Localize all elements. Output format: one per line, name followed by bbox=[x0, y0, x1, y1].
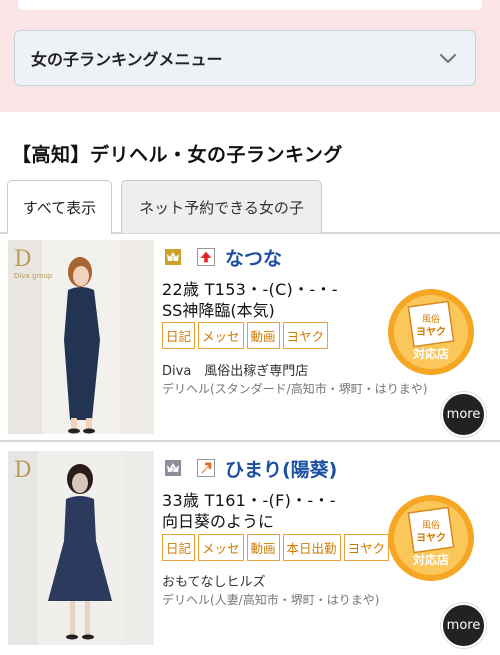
feature-tags: 日記 メッセ 動画 ヨヤク bbox=[162, 322, 329, 349]
trend-up-right-icon bbox=[197, 459, 215, 477]
girl-photo[interactable]: D bbox=[8, 451, 154, 645]
shop-type: デリヘル(人妻/高知市・堺町・はりまや) bbox=[162, 593, 380, 607]
svg-text:ヨヤク: ヨヤク bbox=[416, 326, 446, 338]
tab-net-label: ネット予約できる女の子 bbox=[139, 198, 304, 217]
tag-reservation[interactable]: ヨヤク bbox=[282, 322, 329, 349]
girl-name-link[interactable]: ひまり(陽葵) bbox=[225, 455, 337, 482]
tab-all[interactable]: すべて表示 bbox=[7, 180, 112, 234]
tag-working-today[interactable]: 本日出勤 bbox=[282, 534, 341, 561]
girl-photo[interactable]: D Diva group bbox=[8, 240, 154, 434]
more-button[interactable]: more bbox=[441, 603, 486, 648]
yoyaku-badge-icon: 風俗 ヨヤク 対応店 bbox=[388, 289, 474, 375]
tag-message[interactable]: メッセ bbox=[198, 322, 244, 349]
girl-name-link[interactable]: なつな bbox=[225, 244, 282, 271]
tag-reservation[interactable]: ヨヤク bbox=[343, 534, 390, 561]
tab-all-label: すべて表示 bbox=[22, 199, 97, 217]
girl-catchphrase: 向日葵のように bbox=[162, 512, 275, 531]
tag-video[interactable]: 動画 bbox=[246, 534, 280, 561]
svg-text:風俗: 風俗 bbox=[422, 519, 440, 531]
tag-diary[interactable]: 日記 bbox=[162, 322, 196, 349]
more-button[interactable]: more bbox=[441, 392, 486, 437]
svg-text:対応店: 対応店 bbox=[412, 552, 449, 567]
shop-name-link[interactable]: おもてなしヒルズ bbox=[162, 571, 265, 590]
svg-text:風俗: 風俗 bbox=[422, 313, 440, 325]
feature-tags: 日記 メッセ 動画 本日出勤 ヨヤク bbox=[162, 534, 390, 561]
rank-number: 1 bbox=[171, 256, 175, 263]
section-title: 【高知】デリヘル・女の子ランキング bbox=[12, 144, 343, 166]
card-divider bbox=[0, 440, 500, 442]
girl-catchphrase: SS神降臨(本気) bbox=[162, 301, 275, 320]
tag-video[interactable]: 動画 bbox=[246, 322, 280, 349]
trend-up-icon bbox=[197, 248, 215, 266]
chevron-down-icon bbox=[439, 53, 457, 64]
shop-name-link[interactable]: Diva 風俗出稼ぎ専門店 bbox=[162, 360, 308, 379]
svg-text:D: D bbox=[14, 458, 32, 483]
svg-text:Diva group: Diva group bbox=[14, 272, 53, 280]
rank-crown-icon: 1 bbox=[165, 249, 181, 265]
rank-number: 2 bbox=[171, 467, 175, 474]
svg-text:D: D bbox=[14, 247, 32, 272]
shop-type: デリヘル(スタンダード/高知市・堺町・はりまや) bbox=[162, 382, 428, 396]
ranking-menu-select[interactable]: 女の子ランキングメニュー bbox=[14, 30, 476, 86]
yoyaku-badge-icon: 風俗 ヨヤク 対応店 bbox=[388, 495, 474, 581]
tab-net-reservation[interactable]: ネット予約できる女の子 bbox=[121, 180, 322, 233]
svg-text:ヨヤク: ヨヤク bbox=[416, 532, 446, 544]
tag-diary[interactable]: 日記 bbox=[162, 534, 196, 561]
top-strip bbox=[18, 0, 482, 10]
ranking-menu-label: 女の子ランキングメニュー bbox=[31, 50, 223, 69]
rank-crown-icon: 2 bbox=[165, 460, 181, 476]
tag-message[interactable]: メッセ bbox=[198, 534, 244, 561]
svg-text:対応店: 対応店 bbox=[412, 346, 449, 361]
